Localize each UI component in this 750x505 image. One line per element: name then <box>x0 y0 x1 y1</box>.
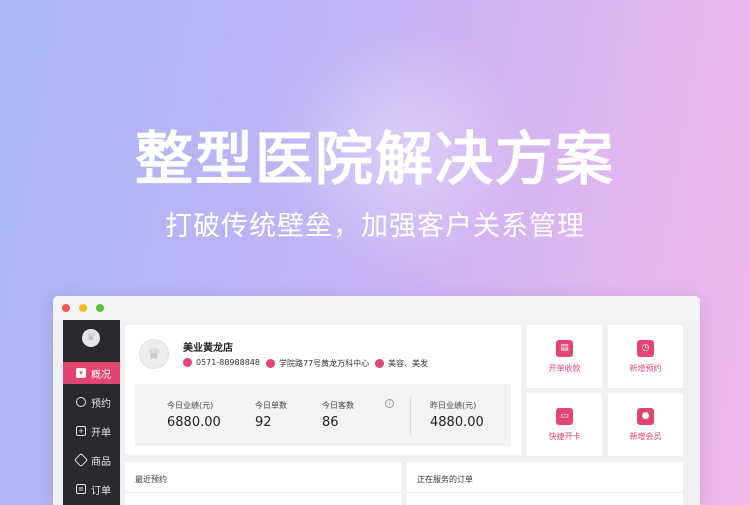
quick-action-billing-button[interactable]: ▤ 开单收款 <box>527 325 602 388</box>
stat-value: 4880.00 <box>430 415 484 430</box>
plus-square-icon: + <box>76 426 86 436</box>
recent-appointments-panel: 最近预约 <box>125 462 401 505</box>
tag-icon <box>73 452 89 468</box>
store-name: 美业黄龙店 <box>183 343 233 354</box>
clock-icon <box>76 397 86 407</box>
stat-label: 今日客数 <box>322 401 354 410</box>
stat-value: 6880.00 <box>167 415 221 430</box>
panel-divider <box>125 492 401 493</box>
stat-value: 92 <box>255 415 272 430</box>
store-address: 学院路77号黄龙万科中心 <box>266 358 369 369</box>
quick-action-member-button[interactable]: ● 新增会员 <box>608 393 683 456</box>
phone-icon <box>183 358 192 367</box>
hero-subtitle: 打破传统壁垒，加强客户关系管理 <box>165 211 585 242</box>
panel-title: 最近预约 <box>135 475 167 484</box>
hero-title: 整型医院解决方案 <box>134 125 615 193</box>
user-icon: ● <box>637 408 654 425</box>
stats-divider <box>410 396 411 436</box>
location-icon <box>266 359 275 368</box>
app-window: ♛ ▾ 概况 预约 + 开单 商品 ≡ 订单 ♛ 美业黄龙店 0571-8898… <box>53 296 700 505</box>
clock-icon: ◷ <box>637 340 654 357</box>
close-window-button[interactable] <box>62 304 70 312</box>
maximize-window-button[interactable] <box>96 304 104 312</box>
stat-value: 86 <box>322 415 339 430</box>
info-icon[interactable]: i <box>385 399 394 408</box>
sidebar-item-label: 开单 <box>91 427 111 439</box>
window-titlebar <box>53 296 700 320</box>
store-card: ♛ 美业黄龙店 0571-88988848 学院路77号黄龙万科中心 美容、美发… <box>125 325 521 455</box>
store-phone: 0571-88988848 <box>183 358 260 367</box>
sidebar-item-label: 预约 <box>91 398 111 410</box>
panel-title: 正在服务的订单 <box>417 475 473 484</box>
quick-action-card-button[interactable]: ▭ 快捷开卡 <box>527 393 602 456</box>
sidebar-item-label: 商品 <box>91 456 111 468</box>
stat-label: 昨日业绩(元) <box>430 401 477 410</box>
stat-label: 今日单数 <box>255 401 287 410</box>
serving-orders-panel: 正在服务的订单 <box>407 462 683 505</box>
chat-icon: ▾ <box>76 368 86 378</box>
sidebar-item-products[interactable]: 商品 <box>63 449 120 471</box>
minimize-window-button[interactable] <box>79 304 87 312</box>
sidebar-item-label: 概况 <box>91 369 111 381</box>
document-icon: ≡ <box>76 484 86 494</box>
sidebar-item-overview[interactable]: ▾ 概况 <box>63 362 120 384</box>
sidebar: ♛ ▾ 概况 预约 + 开单 商品 ≡ 订单 <box>63 320 120 505</box>
card-icon: ▭ <box>556 408 573 425</box>
sidebar-item-appointment[interactable]: 预约 <box>63 391 120 413</box>
quick-action-appointment-button[interactable]: ◷ 新增预约 <box>608 325 683 388</box>
stats-panel: 今日业绩(元) 6880.00 今日单数 92 今日客数 86 i 昨日业绩(元… <box>135 384 511 446</box>
receipt-icon: ▤ <box>556 340 573 357</box>
sidebar-item-billing[interactable]: + 开单 <box>63 420 120 442</box>
panel-divider <box>407 492 683 493</box>
sidebar-item-orders[interactable]: ≡ 订单 <box>63 478 120 500</box>
store-avatar: ♛ <box>139 339 169 369</box>
stat-label: 今日业绩(元) <box>167 401 214 410</box>
crown-icon: ♛ <box>82 329 100 347</box>
sidebar-item-label: 订单 <box>91 485 111 497</box>
category-icon <box>375 359 384 368</box>
store-category: 美容、美发 <box>375 358 428 369</box>
